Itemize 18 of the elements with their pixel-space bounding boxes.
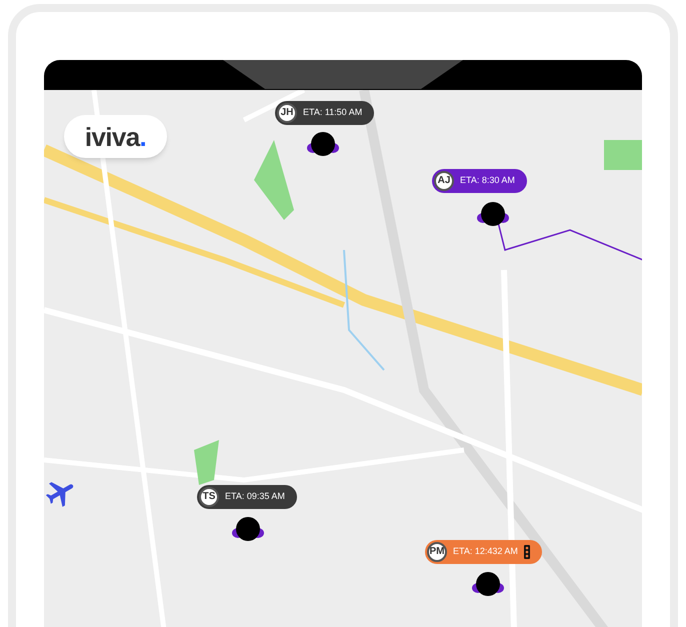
driver-initials: TS xyxy=(199,487,219,507)
park-area xyxy=(194,440,219,485)
street-line xyxy=(242,90,306,122)
logo-text: iviva. xyxy=(84,124,146,150)
driver-initials: PM xyxy=(427,542,447,562)
map-view[interactable]: iviva. JH ETA: 11:50 AM AJ ETA: 8:30 AM TS ETA: 09:35 AM PM ETA: 12:432 AM xyxy=(44,90,642,627)
eta-pill[interactable]: JH ETA: 11:50 AM xyxy=(275,101,374,125)
eta-pill[interactable]: PM ETA: 12:432 AM xyxy=(425,540,542,564)
eta-text: ETA: 11:50 AM xyxy=(303,106,362,120)
driver-initials: JH xyxy=(277,103,297,123)
driver-initials: AJ xyxy=(434,171,454,191)
eta-pill[interactable]: TS ETA: 09:35 AM xyxy=(197,485,297,509)
park-area xyxy=(604,140,642,170)
traffic-light-icon xyxy=(524,545,530,559)
eta-pill[interactable]: AJ ETA: 8:30 AM xyxy=(432,169,527,193)
eta-text: ETA: 8:30 AM xyxy=(460,174,515,188)
eta-text: ETA: 12:432 AM xyxy=(453,545,518,558)
eta-text: ETA: 09:35 AM xyxy=(225,490,285,504)
